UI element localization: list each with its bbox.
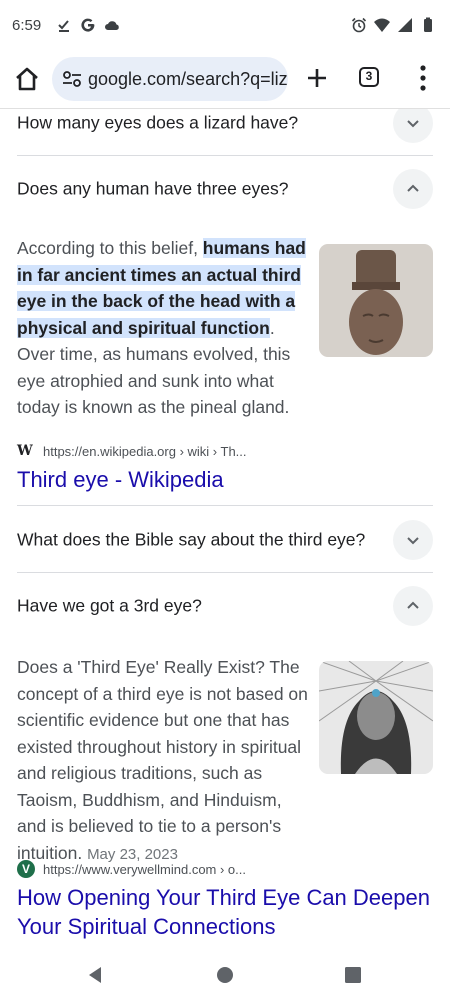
source-link[interactable]: Third eye - Wikipedia <box>17 465 224 494</box>
tab-switcher-button[interactable]: 3 <box>359 67 379 87</box>
faq-question: Does any human have three eyes? <box>17 178 289 199</box>
source-url: https://www.verywellmind.com › o... <box>43 861 246 877</box>
faq-answer: According to this belief, humans had in … <box>17 235 315 421</box>
faq-question: What does the Bible say about the third … <box>17 529 366 550</box>
source-row[interactable]: V https://www.verywellmind.com › o... <box>17 860 246 878</box>
faq-answer: Does a 'Third Eye' Really Exist? The con… <box>17 654 315 868</box>
download-done-icon <box>58 20 69 32</box>
alarm-icon <box>351 17 367 33</box>
expand-button[interactable] <box>393 109 433 143</box>
back-icon[interactable] <box>86 966 104 984</box>
search-results: How many eyes does a lizard have? Does a… <box>0 109 450 954</box>
chevron-up-icon <box>407 184 419 192</box>
google-icon <box>81 18 95 32</box>
collapse-button[interactable] <box>393 586 433 626</box>
system-nav-bar <box>0 954 450 1000</box>
wikipedia-icon: W <box>17 443 33 459</box>
status-time: 6:59 <box>12 17 42 34</box>
home-circle-icon[interactable] <box>216 966 234 984</box>
faq-question-row[interactable]: How many eyes does a lizard have? <box>17 109 433 156</box>
faq-question-row[interactable]: What does the Bible say about the third … <box>17 507 433 573</box>
source-row[interactable]: W https://en.wikipedia.org › wiki › Th..… <box>17 443 247 459</box>
statue-thumbnail[interactable] <box>319 244 433 357</box>
statue-image <box>349 250 403 355</box>
url-bar[interactable]: google.com/search?q=liz <box>52 57 288 101</box>
wifi-icon <box>374 18 390 32</box>
cloud-icon <box>105 21 119 30</box>
source-link[interactable]: How Opening Your Third Eye Can Deepen Yo… <box>17 883 433 941</box>
browser-toolbar: google.com/search?q=liz 3 <box>0 52 450 109</box>
meditation-image <box>319 661 433 774</box>
signal-icon <box>398 18 412 32</box>
answer-text: Does a 'Third Eye' Really Exist? The con… <box>17 657 308 863</box>
chevron-down-icon <box>407 120 419 128</box>
faq-question: Have we got a 3rd eye? <box>17 595 202 616</box>
recents-icon[interactable] <box>344 966 362 984</box>
expand-button[interactable] <box>393 520 433 560</box>
answer-text: According to this belief, <box>17 238 203 258</box>
chevron-up-icon <box>407 601 419 609</box>
chevron-down-icon <box>407 537 419 545</box>
faq-question: How many eyes does a lizard have? <box>17 112 299 133</box>
url-text: google.com/search?q=liz <box>88 69 288 89</box>
new-tab-icon[interactable] <box>304 65 330 91</box>
home-icon[interactable] <box>12 64 42 94</box>
faq-question-row[interactable]: Does any human have three eyes? <box>17 156 433 222</box>
more-options-icon[interactable] <box>418 64 428 92</box>
divider <box>17 505 433 506</box>
faq-question-row[interactable]: Have we got a 3rd eye? <box>17 573 433 639</box>
battery-icon <box>424 17 432 32</box>
third-eye-thumbnail[interactable] <box>319 661 433 774</box>
verywellmind-icon: V <box>17 860 35 878</box>
site-settings-icon[interactable] <box>62 70 82 88</box>
source-url: https://en.wikipedia.org › wiki › Th... <box>43 443 247 459</box>
status-bar: 6:59 <box>0 0 450 52</box>
collapse-button[interactable] <box>393 169 433 209</box>
